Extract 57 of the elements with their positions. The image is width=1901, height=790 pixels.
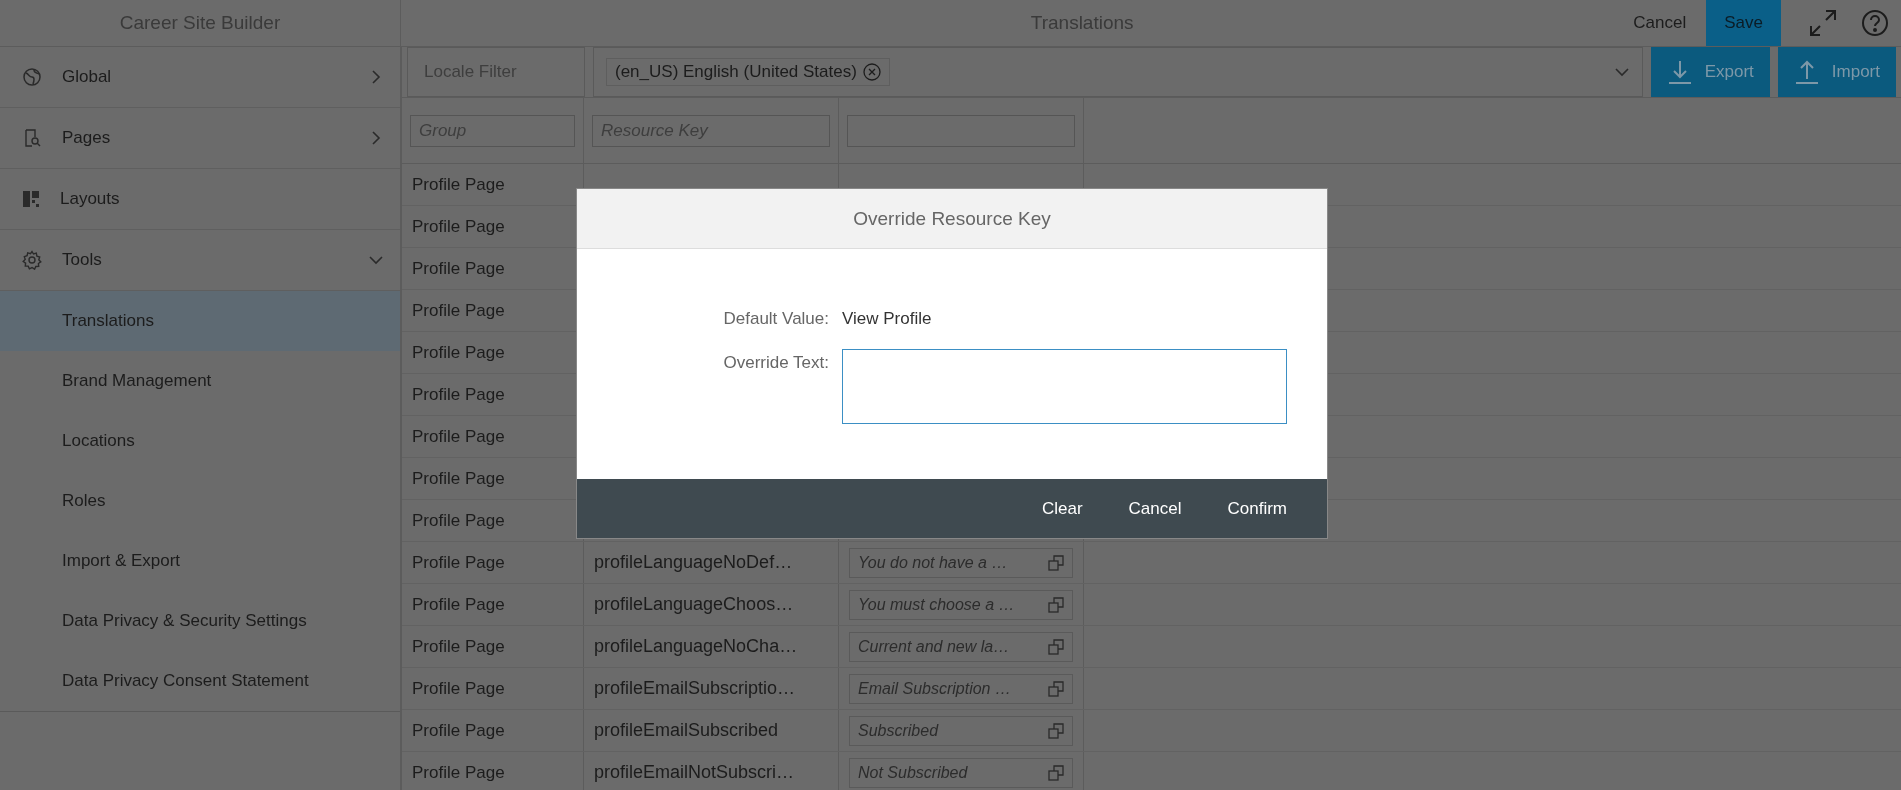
resource-key: profileLanguageNoDef… — [594, 552, 793, 573]
export-button[interactable]: Export — [1650, 47, 1770, 97]
page-search-icon — [22, 128, 42, 148]
group-cell: Profile Page — [402, 710, 584, 751]
dialog-button[interactable]: Confirm — [1209, 492, 1305, 525]
value-field[interactable]: Current and new la… — [849, 631, 1073, 662]
value-field[interactable]: Not Subscribed — [849, 757, 1073, 788]
sidebar-subitem[interactable]: Locations — [0, 411, 400, 471]
upload-icon — [1793, 59, 1820, 85]
remove-icon[interactable] — [862, 63, 881, 81]
group-cell: Profile Page — [402, 752, 584, 790]
copy-icon[interactable] — [1048, 722, 1064, 739]
dialog-button[interactable]: Clear — [1023, 492, 1101, 525]
sidebar-subitem[interactable]: Data Privacy Consent Statement — [0, 651, 400, 711]
value-field[interactable]: Email Subscription … — [849, 673, 1073, 704]
group-cell: Profile Page — [402, 542, 584, 583]
value-field[interactable]: You do not have a … — [849, 547, 1073, 578]
sidebar-item[interactable]: Global — [0, 47, 400, 108]
help-icon — [1861, 9, 1889, 37]
resource-key: profileLanguageNoCha… — [594, 636, 798, 657]
expand-icon — [1809, 9, 1837, 37]
dialog-button[interactable]: Cancel — [1110, 492, 1200, 525]
cancel-button[interactable]: Cancel — [1613, 0, 1707, 46]
sidebar-subitem[interactable]: Roles — [0, 471, 400, 531]
resource-key: profileEmailSubscribed — [594, 720, 779, 741]
group-cell: Profile Page — [402, 626, 584, 667]
locale-select[interactable]: (en_US) English (United States) — [593, 47, 1643, 97]
override-text-label: Override Text: — [722, 351, 829, 374]
sidebar-item[interactable]: Layouts — [0, 169, 400, 230]
group-cell: Profile Page — [402, 584, 584, 625]
resource-key: profileLanguageChoos… — [594, 594, 794, 615]
sidebar-item[interactable]: Pages — [0, 108, 400, 169]
resource-key: profileEmailSubscriptio… — [594, 678, 796, 699]
globe-icon — [22, 67, 42, 87]
gear-icon — [22, 250, 42, 270]
layout-icon — [22, 190, 40, 208]
resource-key: profileEmailNotSubscri… — [594, 762, 795, 783]
save-button[interactable]: Save — [1706, 0, 1781, 46]
import-button[interactable]: Import — [1777, 47, 1896, 97]
copy-icon[interactable] — [1048, 554, 1064, 571]
copy-icon[interactable] — [1048, 596, 1064, 613]
copy-icon[interactable] — [1048, 764, 1064, 781]
sidebar-subitem[interactable]: Brand Management — [0, 351, 400, 411]
sidebar-subitem[interactable]: Import & Export — [0, 531, 400, 591]
override-text-field[interactable] — [842, 348, 1287, 424]
sidebar-subitem[interactable]: Data Privacy & Security Settings — [0, 591, 400, 651]
download-icon — [1666, 59, 1693, 85]
dialog-title: Override Resource Key — [577, 189, 1327, 249]
group-cell: Profile Page — [402, 668, 584, 709]
default-value-label: Default Value: — [722, 307, 829, 329]
sidebar-subitem[interactable]: Translations — [0, 291, 400, 351]
value-field[interactable]: You must choose a … — [849, 589, 1073, 620]
locale-token[interactable]: (en_US) English (United States) — [606, 58, 890, 86]
copy-icon[interactable] — [1048, 638, 1064, 655]
value-field[interactable]: Subscribed — [849, 715, 1073, 746]
default-value: View Profile — [842, 307, 933, 329]
copy-icon[interactable] — [1048, 680, 1064, 697]
